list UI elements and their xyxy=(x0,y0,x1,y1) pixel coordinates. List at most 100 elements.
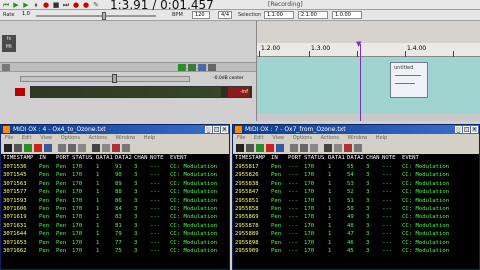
table-row[interactable]: 2955838 Pen --- 170 1 53 3 --- CC: Modulation xyxy=(233,181,479,189)
maximize-icon[interactable]: □ xyxy=(213,126,220,133)
help-icon[interactable] xyxy=(122,144,130,152)
table-row[interactable]: 2955851 Pen --- 170 1 51 3 --- CC: Modulation xyxy=(233,198,479,206)
sysex-icon[interactable] xyxy=(310,144,318,152)
window-title-bar[interactable]: MIDI OX : 7 - Ox7_from_Ozone.txt _ □ × xyxy=(233,125,479,134)
table-row[interactable]: 2955889 Pen --- 170 1 47 3 --- CC: Modulation xyxy=(233,231,479,239)
record-arm-icon[interactable] xyxy=(188,64,196,71)
close-icon[interactable]: × xyxy=(471,126,478,133)
menu-actions[interactable]: Actions xyxy=(89,135,107,141)
stop-icon[interactable] xyxy=(34,144,42,152)
io-icon[interactable] xyxy=(198,64,206,71)
table-row[interactable]: 3071644 Pen Pen 170 1 79 3 --- CC: Modulation xyxy=(1,231,229,239)
minimize-icon[interactable]: _ xyxy=(455,126,462,133)
track-volume-thumb[interactable] xyxy=(112,74,117,83)
keyboard-icon[interactable] xyxy=(14,144,22,152)
maximize-icon[interactable]: □ xyxy=(463,126,470,133)
timeline-ruler[interactable]: 1.2.00 1.3.00 1.4.00 xyxy=(257,43,480,57)
stop-icon[interactable] xyxy=(266,144,274,152)
table-row[interactable]: 3071653 Pen Pen 170 1 77 3 --- CC: Modulation xyxy=(1,240,229,248)
table-row[interactable]: 3071577 Pen Pen 170 1 88 3 --- CC: Modulation xyxy=(1,189,229,197)
keyboard-icon[interactable] xyxy=(246,144,254,152)
pause-icon[interactable]: ⏸ xyxy=(32,1,40,9)
start-icon[interactable] xyxy=(24,144,32,152)
table-row[interactable]: 3071545 Pen Pen 170 1 90 3 --- CC: Modulation xyxy=(1,172,229,180)
track-button-icon[interactable] xyxy=(2,64,10,71)
table-row[interactable]: 2955826 Pen --- 170 1 54 3 --- CC: Modulation xyxy=(233,172,479,180)
forward-icon[interactable]: ⏭ xyxy=(62,1,70,9)
start-icon[interactable] xyxy=(256,144,264,152)
monitor-icon[interactable] xyxy=(4,144,12,152)
menu-view[interactable]: View xyxy=(272,135,284,141)
table-row[interactable]: 3071563 Pen Pen 170 1 89 3 --- CC: Modulation xyxy=(1,181,229,189)
metronome-icon[interactable]: ● xyxy=(72,1,80,9)
ports-icon[interactable] xyxy=(44,144,52,152)
menu-options[interactable]: Options xyxy=(61,135,80,141)
filter-icon[interactable] xyxy=(290,144,298,152)
selection-end-field[interactable]: 2.1.00 xyxy=(298,11,328,19)
stop-icon[interactable]: ■ xyxy=(52,1,60,9)
table-row[interactable]: 3071662 Pen Pen 170 1 75 3 --- CC: Modulation xyxy=(1,248,229,256)
panic-icon[interactable] xyxy=(344,144,352,152)
filter-icon[interactable] xyxy=(58,144,66,152)
menu-window[interactable]: Window xyxy=(347,135,367,141)
monitor-icon[interactable] xyxy=(178,64,186,71)
midi-item[interactable]: untitled xyxy=(390,62,428,98)
menu-edit[interactable]: Edit xyxy=(22,135,32,141)
clear-icon[interactable] xyxy=(102,144,110,152)
track-lane[interactable] xyxy=(257,57,480,113)
playhead-cursor[interactable] xyxy=(360,44,361,121)
play-icon[interactable]: ▶ xyxy=(12,1,20,9)
playhead-marker-icon[interactable]: ▼ xyxy=(356,41,365,48)
table-row[interactable]: 2955869 Pen --- 170 1 49 3 --- CC: Modulation xyxy=(233,214,479,222)
mapping-icon[interactable] xyxy=(68,144,76,152)
menu-help[interactable]: Help xyxy=(376,135,387,141)
loop-record-icon[interactable]: ● xyxy=(82,1,90,9)
panic-icon[interactable] xyxy=(112,144,120,152)
table-row[interactable]: 2955858 Pen --- 170 1 50 3 --- CC: Modulation xyxy=(233,206,479,214)
ports-icon[interactable] xyxy=(276,144,284,152)
minimize-icon[interactable]: _ xyxy=(205,126,212,133)
table-row[interactable]: 2955898 Pen --- 170 1 46 3 --- CC: Modulation xyxy=(233,240,479,248)
menu-help[interactable]: Help xyxy=(144,135,155,141)
menu-window[interactable]: Window xyxy=(115,135,135,141)
rewind-icon[interactable]: ⏮ xyxy=(2,1,10,9)
sysex-icon[interactable] xyxy=(78,144,86,152)
tool-icon[interactable]: ✎ xyxy=(92,1,100,9)
selection-length-field[interactable]: 1.0.00 xyxy=(332,11,362,19)
menu-options[interactable]: Options xyxy=(293,135,312,141)
table-row[interactable]: 2955878 Pen --- 170 1 48 3 --- CC: Modulation xyxy=(233,223,479,231)
menu-view[interactable]: View xyxy=(40,135,52,141)
record-icon[interactable]: ● xyxy=(42,1,50,9)
play-loop-icon[interactable]: ▶ xyxy=(22,1,30,9)
table-row[interactable]: 2955909 Pen --- 170 1 45 3 --- CC: Modulation xyxy=(233,248,479,256)
track-volume-slider[interactable] xyxy=(20,76,190,82)
window-title-bar[interactable]: MIDI OX : 4 - Ox4_to_Ozone.txt _ □ × xyxy=(1,125,229,134)
table-row[interactable]: 3071606 Pen Pen 170 1 84 3 --- CC: Modulation xyxy=(1,206,229,214)
mapping-icon[interactable] xyxy=(300,144,308,152)
options-icon[interactable] xyxy=(92,144,100,152)
time-signature-field[interactable]: 4/4 xyxy=(218,11,232,19)
rate-slider-thumb[interactable] xyxy=(102,12,106,20)
clear-icon[interactable] xyxy=(334,144,342,152)
menu-actions[interactable]: Actions xyxy=(321,135,339,141)
help-icon[interactable] xyxy=(354,144,362,152)
record-meter-icon[interactable] xyxy=(15,88,25,96)
close-icon[interactable]: × xyxy=(221,126,228,133)
monitor-icon[interactable] xyxy=(236,144,244,152)
table-row[interactable]: 3071619 Pen Pen 170 1 83 3 --- CC: Modulation xyxy=(1,214,229,222)
table-row[interactable]: 3071631 Pen Pen 170 1 81 3 --- CC: Modulation xyxy=(1,223,229,231)
options-icon[interactable] xyxy=(324,144,332,152)
rate-slider[interactable] xyxy=(36,15,156,17)
menu-file[interactable]: File xyxy=(237,135,245,141)
menu-edit[interactable]: Edit xyxy=(254,135,264,141)
table-row[interactable]: 3071536 Pen Pen 170 1 91 3 --- CC: Modulation xyxy=(1,164,229,172)
table-row[interactable]: 2955847 Pen --- 170 1 52 3 --- CC: Modulation xyxy=(233,189,479,197)
table-row[interactable]: 2955817 Pen --- 170 1 55 3 --- CC: Modulation xyxy=(233,164,479,172)
fx-icon[interactable] xyxy=(208,64,216,71)
menu-file[interactable]: File xyxy=(5,135,13,141)
table-row[interactable]: 3071593 Pen Pen 170 1 86 3 --- CC: Modulation xyxy=(1,198,229,206)
selection-start-field[interactable]: 1.1.00 xyxy=(264,11,294,19)
bpm-field[interactable]: 120 xyxy=(192,11,210,19)
empty-lane[interactable] xyxy=(257,113,480,121)
track-fx-icon[interactable]: fx Mt xyxy=(2,35,16,52)
